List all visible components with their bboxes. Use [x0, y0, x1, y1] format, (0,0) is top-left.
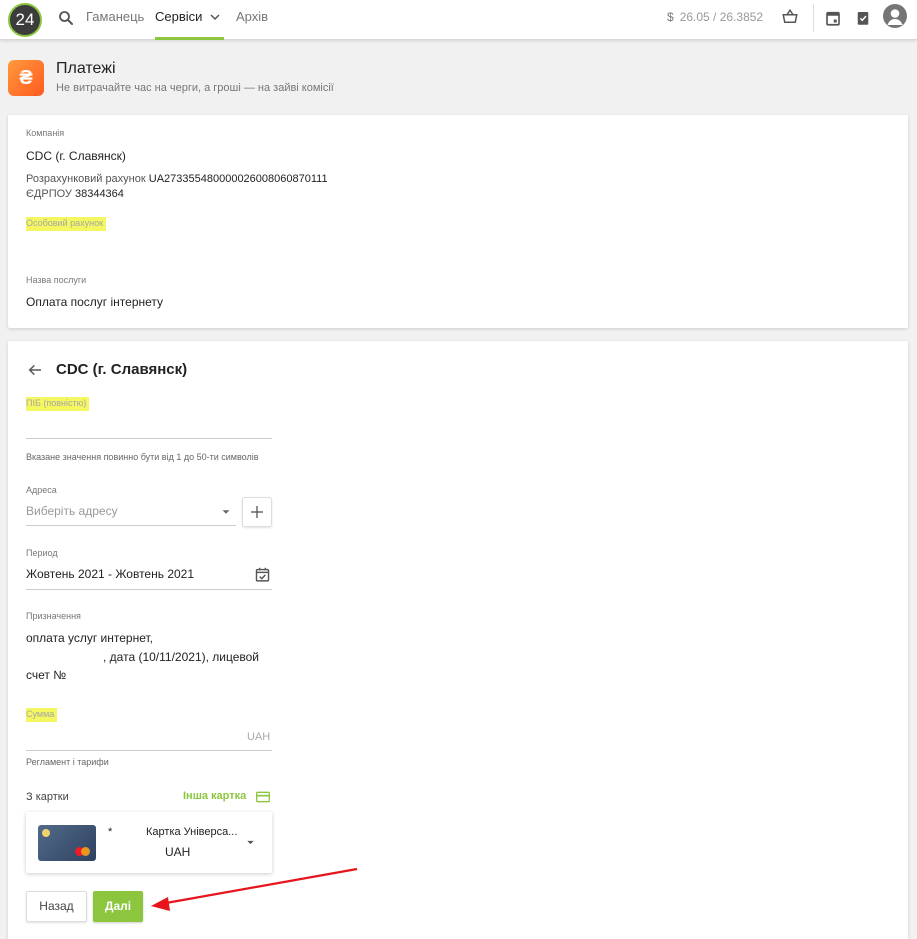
bank-card-image: [38, 825, 96, 861]
address-underline: [26, 525, 236, 526]
credit-card-icon[interactable]: [255, 789, 271, 805]
dollar-sign: $: [667, 10, 674, 24]
arrow-left-icon[interactable]: [27, 362, 43, 378]
next-button[interactable]: Далі: [93, 891, 143, 922]
toolbar-divider: [813, 4, 814, 32]
account-value: UA273355480000026008060870111: [148, 173, 328, 185]
page-title: Платежі: [56, 60, 116, 77]
avatar-icon[interactable]: [883, 4, 907, 28]
pib-hint: Вказане значення повинно бути від 1 до 5…: [26, 452, 259, 462]
card-name: Картка Універса...: [146, 826, 238, 838]
card-currency: UAH: [165, 845, 191, 859]
purpose-line-3[interactable]: счет №: [26, 668, 66, 682]
other-card-label: Інша картка: [183, 790, 247, 802]
top-bar: 24 Гаманець Сервіси Архів $26.05 / 26.38…: [0, 0, 917, 40]
back-button[interactable]: Назад: [26, 891, 87, 922]
period-label: Период: [26, 548, 58, 558]
page-subtitle: Не витрачайте час на черги, а гроші — на…: [56, 82, 334, 94]
service-name: Оплата послуг інтернету: [26, 295, 164, 309]
pib-label: ПІБ (повністю): [26, 397, 90, 411]
company-info-card: Компанія CDC (г. Славянск) Розрахунковий…: [8, 115, 908, 328]
card-dropdown-icon: [247, 840, 254, 845]
search-icon[interactable]: [57, 9, 75, 27]
plus-icon: [251, 506, 263, 518]
period-value[interactable]: Жовтень 2021 - Жовтень 2021: [26, 567, 194, 581]
pib-input[interactable]: [26, 418, 272, 436]
sum-underline: [26, 750, 272, 751]
account-line: Розрахунковий рахунок UA2733554800000260…: [26, 173, 328, 185]
address-select[interactable]: Виберіть адресу: [26, 504, 236, 522]
address-label: Адреса: [26, 485, 57, 495]
payments-service-icon: ₴: [8, 60, 44, 96]
nav-wallet[interactable]: Гаманець: [86, 0, 144, 40]
rate-value: 26.05 / 26.3852: [679, 10, 764, 24]
other-card-link[interactable]: Інша картка: [183, 790, 246, 802]
company-label: Компанія: [26, 128, 65, 138]
account-label: Розрахунковий рахунок: [26, 173, 146, 185]
purpose-label: Призначення: [26, 611, 81, 621]
card-chip-icon: [42, 829, 50, 837]
sum-input[interactable]: [26, 729, 246, 747]
company-name: CDC (г. Славянск): [26, 149, 126, 163]
purpose-line-1[interactable]: оплата услуг интернет,: [26, 631, 153, 645]
calendar-check-icon[interactable]: [254, 566, 271, 583]
clipboard-check-icon[interactable]: [854, 9, 872, 27]
edrpou-label: ЄДРПОУ: [26, 188, 72, 200]
personal-account-label: Особовий рахунок: [26, 217, 107, 231]
card-mask: *: [108, 826, 113, 838]
privat24-logo[interactable]: 24: [8, 3, 42, 37]
edrpou-line: ЄДРПОУ 38344364: [26, 188, 124, 200]
chevron-down-icon: [210, 14, 220, 21]
service-label: Назва послуги: [26, 275, 87, 285]
pib-underline: [26, 438, 272, 439]
calendar-icon[interactable]: [824, 9, 842, 27]
basket-icon[interactable]: [781, 8, 799, 26]
edrpou-value: 38344364: [74, 188, 124, 200]
sum-currency: UAH: [247, 731, 271, 743]
exchange-rate: $26.05 / 26.3852: [667, 0, 763, 34]
from-card-label: З картки: [26, 791, 69, 803]
address-dropdown-icon[interactable]: [219, 505, 233, 519]
nav-archive[interactable]: Архів: [236, 0, 268, 40]
form-title: CDC (г. Славянск): [56, 361, 188, 378]
purpose-line-2[interactable]: , дата (10/11/2021), лицевой: [103, 650, 259, 664]
add-address-button[interactable]: [242, 497, 272, 527]
sum-label: Сумма: [26, 708, 58, 722]
card-select[interactable]: * Картка Універса... UAH: [26, 812, 272, 873]
mastercard-logo-orange: [81, 847, 90, 856]
period-underline: [26, 589, 272, 590]
tariffs-link[interactable]: Регламент і тарифи: [26, 757, 109, 767]
nav-services[interactable]: Сервіси: [155, 0, 224, 40]
nav-services-label: Сервіси: [155, 9, 203, 24]
